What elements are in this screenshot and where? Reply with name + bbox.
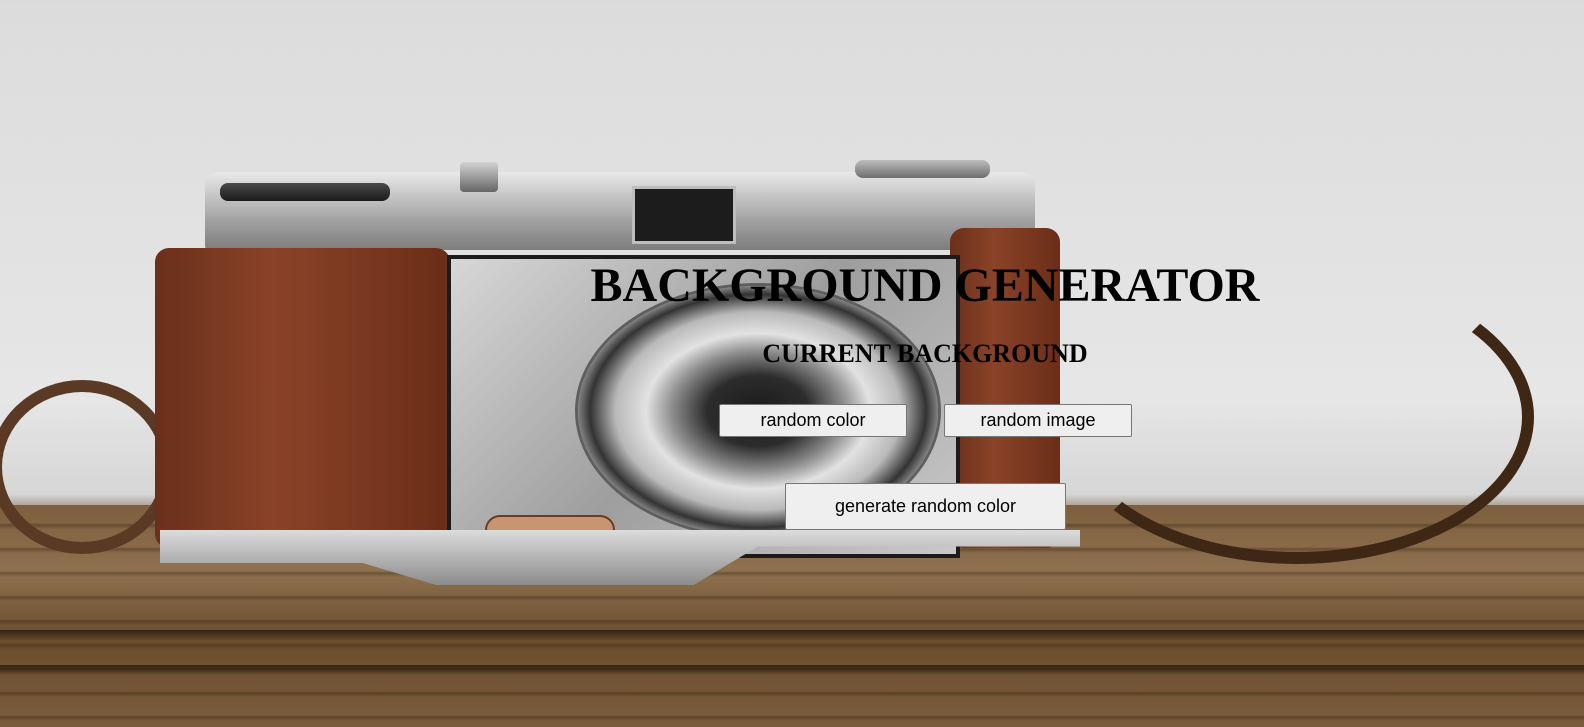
current-background-label: CURRENT BACKGROUND <box>762 339 1088 368</box>
table-groove <box>0 630 1584 640</box>
camera-advance-dial <box>855 160 990 178</box>
table-groove <box>0 665 1584 675</box>
camera-viewfinder <box>632 186 736 244</box>
generate-random-color-button[interactable]: generate random color <box>785 483 1066 530</box>
page-title: BACKGROUND GENERATOR <box>590 259 1260 312</box>
camera-rewind-dial <box>220 183 390 201</box>
random-color-button[interactable]: random color <box>719 404 907 437</box>
camera-shutter-knob <box>460 162 498 192</box>
random-image-button[interactable]: random image <box>944 404 1132 437</box>
